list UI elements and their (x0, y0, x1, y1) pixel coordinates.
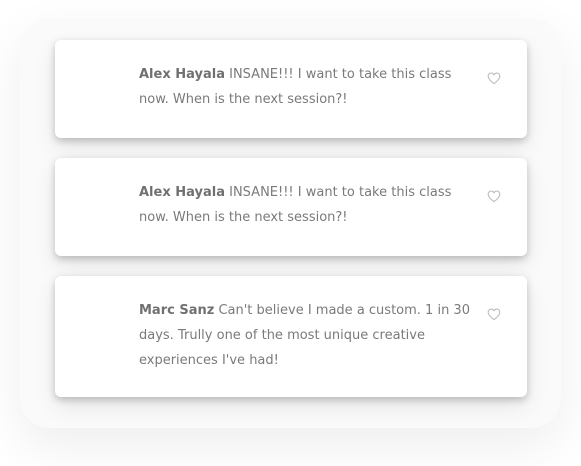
comment-author[interactable]: Alex Hayala (139, 185, 225, 200)
heart-outline-icon (487, 308, 501, 321)
avatar (79, 184, 123, 228)
comment-body: Alex Hayala INSANE!!! I want to take thi… (139, 180, 471, 230)
comment-card: Alex Hayala INSANE!!! I want to take thi… (55, 158, 527, 256)
like-button[interactable] (486, 188, 502, 204)
avatar (79, 302, 123, 346)
comment-card: Alex Hayala INSANE!!! I want to take thi… (55, 40, 527, 138)
like-button[interactable] (486, 70, 502, 86)
comment-card: Marc Sanz Can't believe I made a custom.… (55, 276, 527, 397)
like-button[interactable] (486, 306, 502, 322)
heart-outline-icon (487, 190, 501, 203)
comment-feed: Alex Hayala INSANE!!! I want to take thi… (55, 40, 527, 417)
comment-body: Marc Sanz Can't believe I made a custom.… (139, 298, 471, 373)
comment-body: Alex Hayala INSANE!!! I want to take thi… (139, 62, 471, 112)
comment-author[interactable]: Alex Hayala (139, 67, 225, 82)
comment-author[interactable]: Marc Sanz (139, 303, 214, 318)
heart-outline-icon (487, 72, 501, 85)
avatar (79, 66, 123, 110)
